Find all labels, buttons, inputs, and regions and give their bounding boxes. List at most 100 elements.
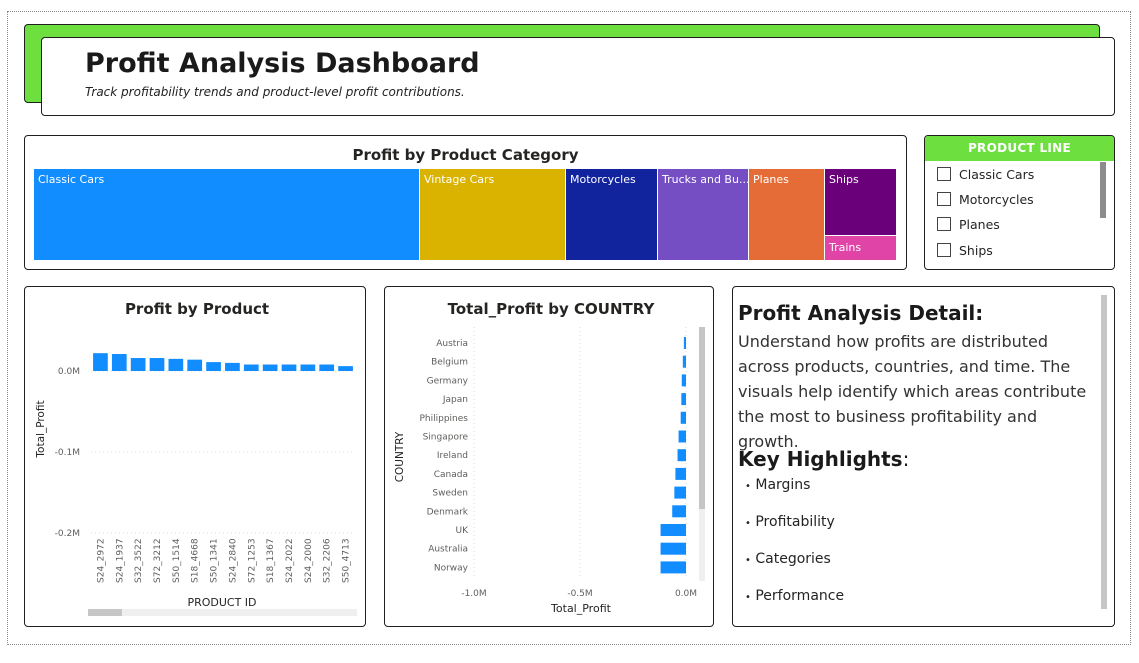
treemap-title: Profit by Product Category xyxy=(352,146,579,164)
x-tick-label: S18_1367 xyxy=(266,538,276,583)
bar-norway[interactable] xyxy=(660,561,686,574)
bar-s24_2022[interactable] xyxy=(281,364,297,371)
y-tick-label: Australia xyxy=(428,545,468,555)
slicer-item-motorcycles[interactable]: Motorcycles xyxy=(937,190,1034,208)
profit-by-product-svg: Profit by Product Total_Profit PRODUCT I… xyxy=(35,300,357,616)
bar-ireland[interactable] xyxy=(677,449,686,462)
treemap-cell-label: Ships xyxy=(829,173,859,186)
horizontal-scrollbar-thumb[interactable] xyxy=(88,609,122,616)
treemap-cell-vintage-cars[interactable]: Vintage Cars xyxy=(420,169,566,261)
bar-s24_2840[interactable] xyxy=(225,362,240,371)
x-tick-label: S24_2972 xyxy=(96,538,106,583)
detail-paragraph: Understand how profits are distributed a… xyxy=(738,332,1087,451)
bar-s24_1937[interactable] xyxy=(111,353,127,371)
treemap-cell-trucks-and-buses[interactable]: Trucks and Bu... xyxy=(658,169,749,261)
slicer-item-label: Motorcycles xyxy=(959,191,1034,207)
checkbox[interactable] xyxy=(937,243,951,257)
x-tick-label: S72_1253 xyxy=(247,538,257,583)
slicer-header: PRODUCT LINE xyxy=(925,136,1114,161)
highlights-colon: : xyxy=(902,447,910,471)
bar-austria[interactable] xyxy=(683,337,686,349)
bar-s50_1514[interactable] xyxy=(168,358,184,371)
slicer-item-planes[interactable]: Planes xyxy=(937,215,1000,233)
bar-s32_3522[interactable] xyxy=(130,358,146,371)
bar-japan[interactable] xyxy=(681,393,686,406)
highlights-heading-text: Key Highlights xyxy=(738,447,903,471)
treemap-visual[interactable]: Profit by Product Category Classic Cars … xyxy=(24,135,907,270)
y-tick-label: Ireland xyxy=(437,451,468,461)
bar-s50_4713[interactable] xyxy=(338,366,353,371)
treemap-cell-label: Trains xyxy=(829,241,862,254)
bar-sweden[interactable] xyxy=(674,486,686,499)
chart-title: Profit by Product xyxy=(125,300,269,318)
profit-by-product-chart[interactable]: Profit by Product Total_Profit PRODUCT I… xyxy=(24,286,366,627)
bar-denmark[interactable] xyxy=(672,505,686,518)
treemap-cell-classic-cars[interactable]: Classic Cars xyxy=(34,169,420,261)
treemap-cell-label: Planes xyxy=(753,173,789,186)
treemap-cell-motorcycles[interactable]: Motorcycles xyxy=(566,169,658,261)
y-tick-label: Philippines xyxy=(420,414,469,424)
bar-belgium[interactable] xyxy=(682,355,686,368)
chart-title: Total_Profit by COUNTRY xyxy=(448,300,656,318)
x-tick-label: S24_2840 xyxy=(228,538,238,583)
profit-by-country-svg: Total_Profit by COUNTRY COUNTRY Total_Pr… xyxy=(394,300,705,615)
y-tick-label: Canada xyxy=(434,470,468,480)
bar-germany[interactable] xyxy=(681,374,686,387)
y-tick-label: -0.1M xyxy=(55,448,80,458)
checkbox[interactable] xyxy=(937,167,951,181)
highlight-item-categories: • Categories xyxy=(745,551,831,567)
slicer-item-ships[interactable]: Ships xyxy=(937,241,993,259)
highlight-label: Margins xyxy=(755,477,811,493)
treemap-cell-label: Vintage Cars xyxy=(424,173,495,186)
y-tick-label: 0.0M xyxy=(58,367,80,377)
x-tick-label: -1.0M xyxy=(461,589,486,599)
bar-canada[interactable] xyxy=(675,467,686,480)
highlights-heading: Key Highlights: xyxy=(738,447,909,471)
bar-s18_4668[interactable] xyxy=(187,359,203,371)
treemap-cell-trains[interactable]: Trains xyxy=(825,236,897,261)
bar-s24_2972[interactable] xyxy=(93,353,108,371)
product-line-slicer: PRODUCT LINE Classic Cars Motorcycles Pl… xyxy=(924,135,1115,270)
y-tick-label: Sweden xyxy=(432,489,468,499)
bar-singapore[interactable] xyxy=(678,430,686,443)
bar-s72_3212[interactable] xyxy=(149,358,165,371)
page-subtitle: Track profitability trends and product-l… xyxy=(85,85,465,99)
bar-s18_1367[interactable] xyxy=(262,364,278,371)
profit-by-country-chart[interactable]: Total_Profit by COUNTRY COUNTRY Total_Pr… xyxy=(384,286,714,627)
slicer-item-label: Ships xyxy=(959,242,993,258)
text-card-scrollbar[interactable] xyxy=(1101,295,1107,609)
bullet: • xyxy=(745,518,751,529)
x-tick-label: S50_1514 xyxy=(172,538,182,583)
treemap-cell-ships[interactable]: Ships xyxy=(825,169,897,236)
highlight-label: Categories xyxy=(755,551,831,567)
x-tick-label: S50_1341 xyxy=(210,538,220,583)
x-tick-label: S24_2022 xyxy=(285,538,295,583)
vertical-scrollbar-thumb[interactable] xyxy=(699,327,705,509)
y-tick-label: Germany xyxy=(427,376,469,386)
x-tick-label: S18_4668 xyxy=(191,538,201,583)
bar-philippines[interactable] xyxy=(680,411,686,424)
highlight-item-profitability: • Profitability xyxy=(745,514,835,530)
highlight-item-margins: • Margins xyxy=(745,477,810,493)
treemap-cell-planes[interactable]: Planes xyxy=(749,169,825,261)
treemap-area: Classic Cars Vintage Cars Motorcycles Tr… xyxy=(34,169,897,261)
x-axis-label: PRODUCT ID xyxy=(187,596,256,609)
treemap-cell-label: Classic Cars xyxy=(38,173,105,186)
x-axis-label: Total_Profit xyxy=(550,602,612,615)
y-tick-label: Denmark xyxy=(427,507,469,517)
bullet: • xyxy=(745,592,751,603)
checkbox[interactable] xyxy=(937,217,951,231)
slicer-scrollbar[interactable] xyxy=(1100,162,1106,218)
treemap-cell-label: Motorcycles xyxy=(570,173,636,186)
bar-s32_2206[interactable] xyxy=(319,364,335,371)
bar-s24_2000[interactable] xyxy=(300,364,316,371)
page-title: Profit Analysis Dashboard xyxy=(85,48,480,79)
x-tick-label: S32_2206 xyxy=(323,538,333,583)
bar-s50_1341[interactable] xyxy=(206,362,221,371)
bar-australia[interactable] xyxy=(660,542,686,555)
bar-s72_1253[interactable] xyxy=(243,364,259,371)
slicer-item-classic-cars[interactable]: Classic Cars xyxy=(937,165,1034,183)
slicer-item-label: Planes xyxy=(959,216,1000,232)
bar-uk[interactable] xyxy=(660,524,686,536)
checkbox[interactable] xyxy=(937,192,951,206)
